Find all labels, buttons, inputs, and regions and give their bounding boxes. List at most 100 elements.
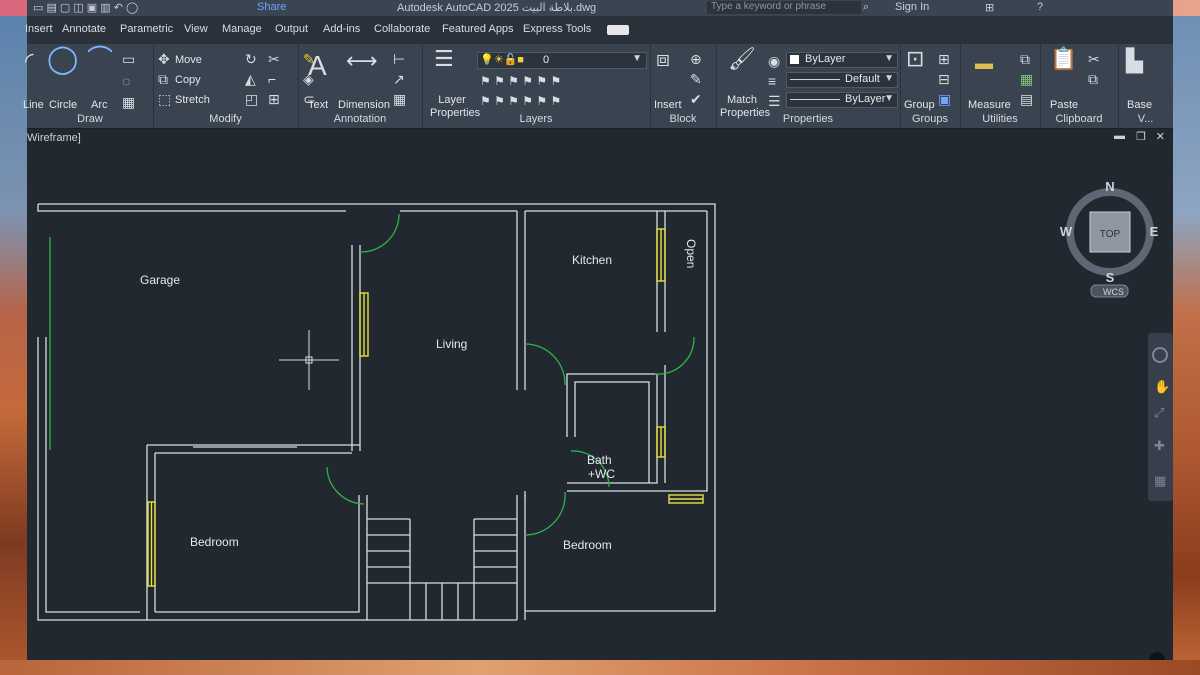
lineweight-icon[interactable]: ≡ bbox=[768, 74, 776, 88]
move-icon[interactable]: ✥ bbox=[158, 52, 170, 66]
panel-title-view[interactable]: V... bbox=[1118, 113, 1173, 125]
layer-dropdown[interactable]: 💡☀🔓■ 0 ▼ bbox=[477, 52, 647, 69]
mirror-icon[interactable]: ◭ bbox=[245, 72, 256, 86]
text-icon[interactable]: A bbox=[308, 52, 327, 80]
insert-icon[interactable]: ⧈ bbox=[656, 48, 670, 70]
circle-button-label[interactable]: Circle bbox=[49, 99, 77, 111]
table-icon[interactable]: ▦ bbox=[393, 92, 406, 106]
copy-button-label[interactable]: Copy bbox=[175, 74, 201, 86]
paste-icon[interactable]: 📋 bbox=[1050, 48, 1077, 70]
ungroup-icon[interactable]: ⊞ bbox=[938, 52, 950, 66]
scale-icon[interactable]: ◰ bbox=[245, 92, 258, 106]
hatch-icon[interactable]: ◌ bbox=[122, 74, 130, 88]
tab-featured-apps[interactable]: Featured Apps bbox=[442, 23, 514, 35]
attribute-icon[interactable]: ✔ bbox=[690, 92, 702, 106]
color-wheel-icon[interactable]: ◉ bbox=[768, 54, 780, 68]
layer-properties-icon[interactable]: ☰ bbox=[434, 48, 454, 70]
copy-clip-icon[interactable]: ⧉ bbox=[1088, 72, 1098, 86]
stretch-icon[interactable]: ⬚ bbox=[158, 92, 171, 106]
tab-view[interactable]: View bbox=[184, 23, 208, 35]
layer-tools-row2[interactable]: ⚑ ⚑ ⚑ ⚑ ⚑ ⚑ bbox=[480, 94, 561, 108]
rectangle-icon[interactable]: ▭ bbox=[122, 52, 135, 66]
close-icon[interactable]: ✕ bbox=[1156, 130, 1165, 143]
search-icon[interactable]: ⌕ bbox=[863, 1, 869, 14]
panel-title-annotation[interactable]: Annotation bbox=[298, 113, 422, 125]
compass-east[interactable]: E bbox=[1150, 224, 1159, 239]
leader-icon[interactable]: ↗ bbox=[393, 72, 405, 86]
tab-parametric[interactable]: Parametric bbox=[120, 23, 173, 35]
rotate-icon[interactable]: ↻ bbox=[245, 52, 257, 66]
group-edit-icon[interactable]: ⊟ bbox=[938, 72, 950, 86]
tab-insert[interactable]: Insert bbox=[25, 23, 53, 35]
arc-button-label[interactable]: Arc bbox=[91, 99, 108, 111]
layer-tools-row1[interactable]: ⚑ ⚑ ⚑ ⚑ ⚑ ⚑ bbox=[480, 74, 561, 88]
paste-button-label[interactable]: Paste bbox=[1050, 99, 1078, 111]
color-dropdown[interactable]: ByLayer ▼ bbox=[786, 52, 898, 68]
text-button-label[interactable]: Text bbox=[308, 99, 328, 111]
panel-title-utilities[interactable]: Utilities bbox=[960, 113, 1040, 125]
navcube[interactable]: TOP N S E W WCS bbox=[1060, 179, 1159, 298]
dimension-button-label[interactable]: Dimension bbox=[338, 99, 390, 111]
tab-add-ins[interactable]: Add-ins bbox=[323, 23, 360, 35]
calculator-icon[interactable]: ▤ bbox=[1020, 92, 1033, 106]
line-icon[interactable]: ◜ bbox=[25, 50, 34, 72]
minimize-icon[interactable]: ▬ bbox=[1114, 130, 1125, 142]
linear-icon[interactable]: ⊢ bbox=[393, 52, 405, 66]
panel-title-groups[interactable]: Groups bbox=[900, 113, 960, 125]
tab-collaborate[interactable]: Collaborate bbox=[374, 23, 430, 35]
tab-output[interactable]: Output bbox=[275, 23, 308, 35]
restore-icon[interactable]: ❐ bbox=[1136, 130, 1146, 143]
quick-access-icons[interactable]: ▭ ▤ ▢ ◫ ▣ ▥ ↶ ◯ bbox=[33, 1, 138, 14]
edit-block-icon[interactable]: ✎ bbox=[690, 72, 702, 86]
help-icon[interactable]: ? bbox=[1037, 1, 1043, 13]
fillet-icon[interactable]: ⌐ bbox=[268, 72, 276, 86]
cart-icon[interactable]: ⊞ bbox=[985, 1, 994, 14]
move-button-label[interactable]: Move bbox=[175, 54, 202, 66]
group-select-icon[interactable]: ▣ bbox=[938, 92, 951, 106]
stretch-button-label[interactable]: Stretch bbox=[175, 94, 210, 106]
pan-icon[interactable]: ✋ bbox=[1154, 379, 1170, 394]
group-button-label[interactable]: Group bbox=[904, 99, 935, 111]
tab-express-tools[interactable]: Express Tools bbox=[523, 23, 591, 35]
measure-icon[interactable]: ▬ bbox=[975, 54, 993, 72]
compass-west[interactable]: W bbox=[1060, 224, 1073, 239]
tab-manage[interactable]: Manage bbox=[222, 23, 262, 35]
base-view-icon[interactable]: ▙ bbox=[1126, 50, 1143, 72]
search-input[interactable]: Type a keyword or phrase bbox=[707, 1, 861, 14]
compass-south[interactable]: S bbox=[1106, 270, 1115, 285]
share-button[interactable]: Share bbox=[257, 1, 286, 13]
drawing-canvas[interactable]: Garage Living Kitchen Open Bath +WC Bedr… bbox=[27, 147, 1173, 660]
lineweight-dropdown[interactable]: Default ▼ bbox=[786, 72, 898, 88]
panel-title-modify[interactable]: Modify bbox=[153, 113, 298, 125]
tab-annotate[interactable]: Annotate bbox=[62, 23, 106, 35]
copy-icon[interactable]: ⧉ bbox=[158, 72, 168, 86]
linetype-dropdown[interactable]: ByLayer ▼ bbox=[786, 92, 898, 108]
panel-title-clipboard[interactable]: Clipboard bbox=[1040, 113, 1118, 125]
match-properties-icon[interactable]: 🖌 bbox=[728, 48, 756, 70]
showmotion-icon[interactable]: ▦ bbox=[1154, 473, 1166, 488]
dimension-icon[interactable]: ⟷ bbox=[346, 50, 378, 72]
boundary-icon[interactable]: ▦ bbox=[122, 95, 135, 109]
compass-north[interactable]: N bbox=[1105, 179, 1114, 194]
sign-in-button[interactable]: Sign In bbox=[895, 1, 929, 13]
panel-title-properties[interactable]: Properties bbox=[716, 113, 900, 125]
create-block-icon[interactable]: ⊕ bbox=[690, 52, 702, 66]
measure-button-label[interactable]: Measure bbox=[968, 99, 1011, 111]
group-icon[interactable]: ⊡ bbox=[906, 48, 924, 70]
circle-icon[interactable]: ◯ bbox=[47, 45, 78, 73]
tab-overflow-button[interactable] bbox=[607, 25, 629, 35]
point-style-icon[interactable]: ▦ bbox=[1020, 72, 1033, 86]
orbit-icon[interactable]: ✚ bbox=[1154, 438, 1165, 453]
array-icon[interactable]: ⊞ bbox=[268, 92, 280, 106]
arc-icon[interactable]: ⌒ bbox=[87, 46, 113, 72]
zoom-icon[interactable]: ⤢ bbox=[1154, 405, 1164, 420]
panel-title-block[interactable]: Block bbox=[650, 113, 716, 125]
line-button-label[interactable]: Line bbox=[23, 99, 44, 111]
insert-button-label[interactable]: Insert bbox=[654, 99, 682, 111]
quick-select-icon[interactable]: ⧉ bbox=[1020, 52, 1030, 66]
panel-title-draw[interactable]: Draw bbox=[27, 113, 153, 125]
trim-icon[interactable]: ✂ bbox=[268, 52, 280, 66]
cut-icon[interactable]: ✂ bbox=[1088, 52, 1100, 66]
linetype-icon[interactable]: ☰ bbox=[768, 94, 781, 108]
visual-style-label[interactable]: Wireframe] bbox=[27, 132, 81, 144]
